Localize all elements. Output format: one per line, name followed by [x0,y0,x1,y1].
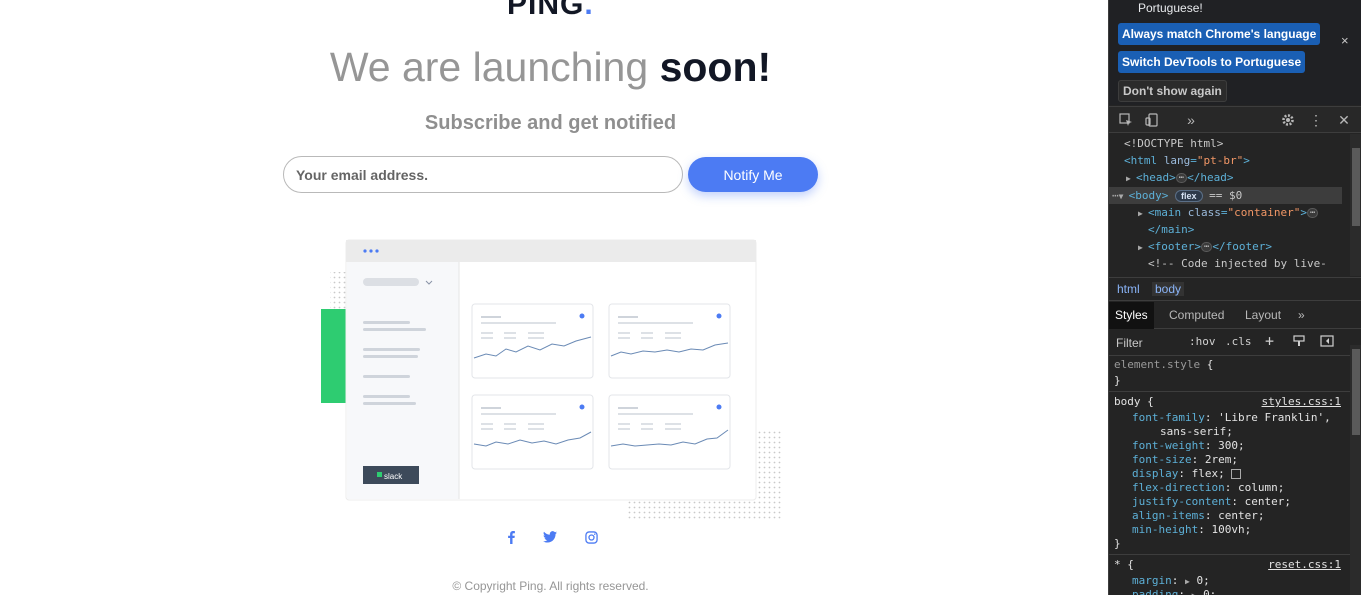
dashboard-illustration: slack [321,239,782,519]
styles-scroll-thumb[interactable] [1352,349,1360,435]
facebook-icon[interactable] [502,528,520,546]
flex-badge[interactable]: flex [1175,190,1203,202]
breadcrumb-html[interactable]: html [1114,282,1143,296]
ping-logo[interactable]: PING. [507,0,594,22]
window-dot [363,249,367,253]
css-property[interactable]: font-size: 2rem; [1132,453,1238,467]
window-dot [375,249,379,253]
language-infobar: Portuguese! Always match Chrome's langua… [1109,0,1361,105]
tree-body-node[interactable]: ⋯▼ <body> flex == $0 [1112,187,1242,204]
mockup-card [471,394,594,470]
class-toggle[interactable]: .cls [1225,335,1252,348]
tab-layout[interactable]: Layout [1239,302,1287,329]
page-viewport: PING. We are launching soon! Subscribe a… [0,0,1108,595]
css-property[interactable]: font-weight: 300; [1132,439,1245,453]
tree-doctype[interactable]: <!DOCTYPE html> [1124,135,1223,152]
tree-footer-node[interactable]: ▶ <footer> ⋯ </footer> [1138,238,1272,255]
mockup-card [608,394,731,470]
css-property[interactable]: display: flex; [1132,467,1242,481]
more-panels-chevron-icon[interactable]: » [1292,302,1311,329]
styles-tab-bar: Styles Computed Layout » [1109,302,1361,329]
notify-me-button[interactable]: Notify Me [688,157,818,192]
css-property-continued[interactable]: sans-serif; [1160,425,1233,439]
infobar-close-icon[interactable]: × [1341,33,1349,48]
toggle-sidebar-icon[interactable] [1320,335,1334,350]
headline-light: We are launching [329,44,660,90]
tree-html-node[interactable]: <html lang="pt-br"> [1124,152,1250,169]
email-field[interactable] [283,156,683,193]
twitter-icon[interactable] [541,528,559,546]
headline-bold: soon! [659,44,772,90]
styles-filter-input[interactable] [1113,334,1181,352]
elements-tree: <!DOCTYPE html> <html lang="pt-br"> ▶ <he… [1109,134,1361,276]
window-dot [369,249,373,253]
mockup-titlebar [346,240,756,262]
paint-brush-icon[interactable] [1293,335,1305,350]
logo-dot: . [584,0,594,21]
logo-text: PING [507,0,585,21]
kebab-menu-icon[interactable]: ⋮ [1307,111,1325,129]
css-property[interactable]: padding: ▶ 0; [1132,588,1216,595]
css-property[interactable]: align-items: center; [1132,509,1264,523]
css-property[interactable]: flex-direction: column; [1132,481,1284,495]
more-tabs-chevron-icon[interactable]: » [1182,111,1200,129]
devtools-toolbar: » ⋮ ✕ [1109,106,1361,133]
settings-gear-icon[interactable] [1279,111,1297,129]
reset-css-link[interactable]: reset.css:1 [1268,558,1341,572]
infobar-message: Portuguese! [1138,1,1203,15]
mockup-slack-label: slack [384,472,403,481]
universal-rule-selector[interactable]: * { [1114,558,1134,572]
device-toolbar-icon[interactable] [1143,111,1161,129]
css-property[interactable]: justify-content: center; [1132,495,1291,509]
tree-comment[interactable]: <!-- Code injected by live- [1148,255,1327,272]
hover-state-toggle[interactable]: :hov [1189,335,1216,348]
breadcrumb-body[interactable]: body [1152,282,1185,296]
breadcrumb: html body [1109,277,1361,301]
switch-devtools-language-button[interactable]: Switch DevTools to Portuguese [1118,51,1306,73]
close-devtools-icon[interactable]: ✕ [1335,111,1353,129]
copyright-text: © Copyright Ping. All rights reserved. [452,579,649,593]
elements-scroll-thumb[interactable] [1352,148,1360,226]
inspect-element-icon[interactable] [1117,111,1135,129]
styles-filter-bar: :hov .cls + [1109,330,1361,356]
tree-head-node[interactable]: ▶ <head> ⋯ </head> [1126,169,1234,186]
tree-main-node[interactable]: ▶ <main class="container"> ⋯ [1138,204,1319,221]
mockup-card [608,303,731,379]
page-headline: We are launching soon! [0,44,1101,91]
tree-main-close[interactable]: </main> [1148,221,1194,238]
always-match-language-button[interactable]: Always match Chrome's language [1118,23,1321,45]
devtools-panel: Portuguese! Always match Chrome's langua… [1108,0,1361,595]
instagram-icon[interactable] [582,528,600,546]
close-brace: } [1114,374,1121,387]
styles-css-link[interactable]: styles.css:1 [1262,395,1341,409]
new-style-rule-icon[interactable]: + [1265,332,1274,350]
mockup-sidebar [347,262,459,499]
css-property[interactable]: margin: ▶ 0; [1132,574,1210,588]
body-rule-selector[interactable]: body { [1114,395,1154,409]
tab-computed[interactable]: Computed [1163,302,1230,329]
tab-styles[interactable]: Styles [1109,302,1154,329]
elements-scrollbar[interactable] [1350,134,1361,276]
styles-scrollbar[interactable] [1350,345,1361,595]
css-property[interactable]: font-family: 'Libre Franklin', [1132,411,1331,425]
page-subheading: Subscribe and get notified [424,112,677,134]
element-style-selector[interactable]: element.style { [1114,358,1213,372]
close-brace: } [1114,537,1121,550]
styles-pane: element.style { } body { styles.css:1 fo… [1109,345,1361,595]
dont-show-again-button[interactable]: Don't show again [1118,80,1227,102]
mockup-card [471,303,594,379]
css-property[interactable]: min-height: 100vh; [1132,523,1251,537]
flexbox-editor-icon[interactable] [1231,469,1242,479]
